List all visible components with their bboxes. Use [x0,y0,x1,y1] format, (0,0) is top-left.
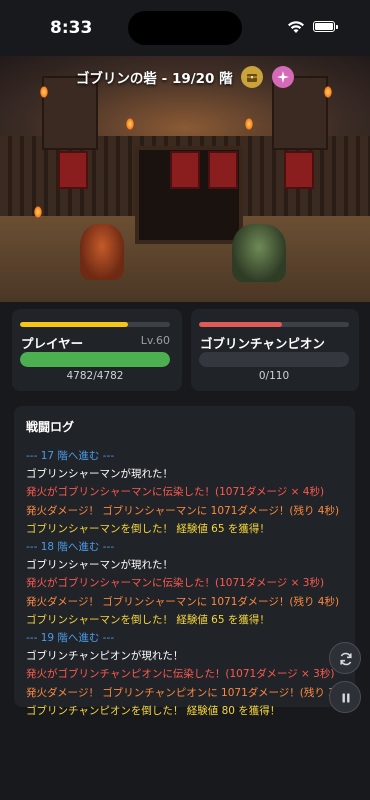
status-time: 8:33 [50,18,93,38]
enemy-name: ゴブリンチャンピオン [200,336,325,351]
battery-icon [313,21,338,32]
torch-icon [245,118,253,130]
battle-log-list: --- 17 階へ進む --- ゴブリンシャーマンが現れた！ 発火がゴブリンシャーマ… [26,447,350,720]
floor-title: ゴブリンの砦 - 19/20 階 [75,71,233,87]
treasure-chest-button[interactable] [241,66,264,88]
enemy-top-bar [199,322,349,327]
battle-log-panel[interactable]: 戦闘ログ --- 17 階へ進む --- ゴブリンシャーマンが現れた！ 発火がゴブリ… [14,406,355,717]
enemy-hp-bar [199,352,349,367]
banner-center-left [170,151,200,189]
player-hp-text: 4782/4782 [66,370,124,382]
player-exp-bar [20,322,170,327]
battle-log-line: ゴブリンシャーマンを倒した！ 経験値 65 を獲得！ [26,613,270,626]
battle-log-line: --- 19 階へ進む --- [26,632,115,645]
dynamic-island [128,11,242,45]
banner-right [284,151,314,189]
pause-icon [342,693,350,703]
battle-log-line: ゴブリンチャンピオンを倒した！ 経験値 80 を獲得！ [26,704,281,717]
battle-log-line: ゴブリンシャーマンが現れた！ [26,559,173,572]
pause-button[interactable] [329,681,361,713]
player-status-card: プレイヤー Lv.60 4782/4782 [12,309,182,391]
status-bar: 8:33 [0,0,370,56]
torch-icon [34,206,42,218]
refresh-icon [340,652,352,666]
sparkle-button[interactable] [272,66,295,88]
enemy-status-card: ゴブリンチャンピオン 0/110 [191,309,359,391]
auto-refresh-button[interactable] [329,642,361,674]
battle-log-line: --- 17 階へ進む --- [26,450,115,462]
wifi-icon [288,21,304,33]
treasure-chest-icon [247,74,258,82]
battle-log-line: ゴブリンシャーマンが現れた！ [26,468,173,481]
battle-log-line: ゴブリンシャーマンを倒した！ 経験値 65 を獲得！ [26,522,270,535]
battle-log-line: --- 18 階へ進む --- [26,541,115,554]
battle-log-line: 発火ダメージ！ ゴブリンシャーマンに 1071ダメージ！(残り 4秒) [26,595,340,608]
battle-log-title: 戦闘ログ [26,420,75,434]
sparkle-icon [277,71,290,83]
battle-scene: ゴブリンの砦 - 19/20 階 [0,56,370,302]
player-hp-bar [20,352,170,367]
floor-header: ゴブリンの砦 - 19/20 階 [0,66,370,88]
torch-icon [126,118,134,130]
battle-log-line: 発火ダメージ！ ゴブリンシャーマンに 1071ダメージ！(残り 4秒) [26,504,340,517]
battle-log-line: 発火がゴブリンシャーマンに伝染した！(1071ダメージ × 3秒) [26,577,325,590]
player-name: プレイヤー [21,336,84,351]
battle-log-line: 発火がゴブリンチャンピオンに伝染した！(1071ダメージ × 3秒) [26,668,335,681]
enemy-goblin-champion-sprite [232,224,286,282]
enemy-hp-text: 0/110 [258,370,290,382]
banner-left [58,151,88,189]
battle-log-line: ゴブリンチャンピオンが現れた！ [26,650,184,663]
player-character-sprite [80,224,124,280]
battle-log-line: 発火がゴブリンシャーマンに伝染した！(1071ダメージ × 4秒) [26,486,325,499]
player-level: Lv.60 [140,334,170,347]
battle-log-line: 発火ダメージ！ ゴブリンチャンピオンに 1071ダメージ！(残り 3秒) [26,686,350,699]
banner-center-right [208,151,238,189]
